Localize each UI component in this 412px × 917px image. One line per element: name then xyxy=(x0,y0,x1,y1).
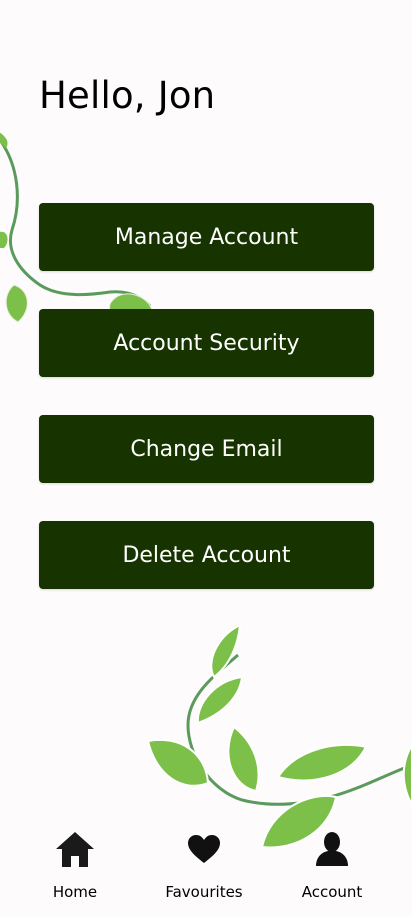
manage-account-button[interactable]: Manage Account xyxy=(39,203,374,271)
greeting-title: Hello, Jon xyxy=(39,74,216,117)
nav-label-home: Home xyxy=(52,883,98,901)
heart-icon xyxy=(144,828,264,870)
account-security-button[interactable]: Account Security xyxy=(39,309,374,377)
bottom-navigation: Home Favourites Account xyxy=(0,820,412,917)
nav-label-account: Account xyxy=(301,883,363,901)
nav-label-favourites: Favourites xyxy=(165,883,243,901)
nav-item-account[interactable]: Account xyxy=(272,820,392,917)
nav-item-favourites[interactable]: Favourites xyxy=(144,820,264,917)
account-screen: Hello, Jon Manage Account Account Securi… xyxy=(0,0,412,917)
delete-account-button[interactable]: Delete Account xyxy=(39,521,374,589)
nav-item-home[interactable]: Home xyxy=(15,820,135,917)
home-icon xyxy=(15,828,135,870)
change-email-button[interactable]: Change Email xyxy=(39,415,374,483)
user-icon xyxy=(272,828,392,870)
